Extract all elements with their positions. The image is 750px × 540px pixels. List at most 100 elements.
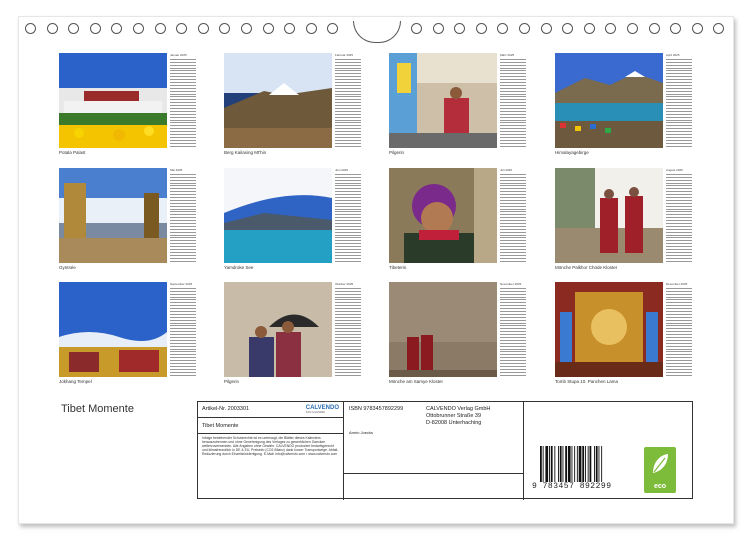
photo-caption: Tibeterin: [389, 265, 407, 270]
mini-calendar: Februar 2025: [335, 53, 361, 148]
photo-caption: Potala Palast: [59, 150, 86, 155]
month-photo: [555, 168, 663, 263]
mini-calendar: Mai 2025: [170, 168, 196, 263]
calendar-back-page: Januar 2025 Potala Palast Februar 2025 Berg…: [18, 16, 734, 524]
binding-ring: [89, 23, 101, 34]
photo-caption: Mönche Palkhor Chöde Kloster: [555, 265, 618, 270]
mini-calendar: Juli 2025: [500, 168, 526, 263]
info-column-middle: ISBN 9783457892299 Armin Joecks CALVENDO…: [344, 402, 524, 500]
binding-ring: [305, 23, 317, 34]
photo-caption: Berg Kailasing Mt'hin: [224, 150, 267, 155]
binding-ring: [583, 23, 595, 34]
month-cell: November 2025 Mönche am Samye Kloster: [389, 282, 526, 394]
month-photo: [224, 53, 332, 148]
binding-ring: [46, 23, 58, 34]
binding-ring: [497, 23, 509, 34]
month-cell: Oktober 2025 Pilgerin: [224, 282, 361, 394]
hanger-cutout: [353, 21, 401, 43]
day-line: [666, 259, 692, 262]
day-line: [666, 144, 692, 147]
day-line: [500, 373, 526, 376]
month-cell: Mai 2025 Gyntsée: [59, 168, 196, 280]
binding-ring: [241, 23, 252, 34]
binding-ring: [713, 23, 725, 34]
binding-ring: [133, 23, 144, 34]
day-line: [335, 373, 361, 376]
binding-ring: [691, 23, 703, 34]
info-column-right: 9 783457 892299 eco: [524, 402, 694, 500]
leaf-icon: [653, 454, 668, 473]
spiral-binding: [19, 21, 735, 43]
isbn: ISBN 9783457892299: [349, 406, 404, 412]
binding-ring: [562, 23, 574, 34]
info-column-left: Artikel-Nr. 2003301 CALVENDO DAS KALENDER…: [198, 402, 344, 500]
mini-calendar: März 2025: [500, 53, 526, 148]
photo-caption: Jokhang Tempel: [59, 379, 92, 384]
binding-ring: [670, 23, 682, 34]
binding-ring: [605, 23, 617, 34]
month-cell: Dezember 2025 Tomb Stupa 10. Panchen Lama: [555, 282, 692, 394]
month-cell: August 2025 Mönche Palkhor Chöde Kloster: [555, 168, 692, 280]
mini-calendar: August 2025: [666, 168, 692, 263]
mini-calendar: Oktober 2025: [335, 282, 361, 377]
binding-ring: [68, 23, 80, 34]
month-photo: [59, 282, 167, 377]
day-line: [500, 144, 526, 147]
calendar-title: Tibet Momente: [61, 403, 134, 415]
mini-calendar: Juni 2025: [335, 168, 361, 263]
month-photo: [389, 53, 497, 148]
binding-ring: [262, 23, 274, 34]
month-photo: [224, 282, 332, 377]
photo-caption: Yamdroke See: [224, 265, 254, 270]
month-cell: Februar 2025 Berg Kailasing Mt'hin: [224, 53, 361, 165]
binding-ring: [411, 23, 422, 34]
binding-ring: [176, 23, 188, 34]
month-cell: April 2025 Himalayagebirge: [555, 53, 692, 165]
eco-label: eco: [644, 447, 676, 493]
binding-ring: [111, 23, 123, 34]
month-cell: Januar 2025 Potala Palast: [59, 53, 196, 165]
product-info-box: Artikel-Nr. 2003301 CALVENDO DAS KALENDER…: [197, 401, 694, 500]
binding-ring: [627, 23, 638, 34]
binding-ring: [519, 23, 530, 34]
binding-ring: [454, 23, 466, 34]
legal-text: Infolge bestehender Schutzrechte ist es …: [202, 436, 339, 456]
binding-ring: [540, 23, 552, 34]
month-photo: [389, 168, 497, 263]
day-line: [170, 373, 196, 376]
photo-caption: Pilgerin: [224, 379, 240, 384]
calvendo-logo: CALVENDO DAS KALENDER: [305, 405, 339, 414]
day-line: [170, 259, 196, 262]
mini-calendar: September 2025: [170, 282, 196, 377]
day-line: [335, 144, 361, 147]
month-photo: [59, 168, 167, 263]
day-line: [666, 373, 692, 376]
publisher-address: CALVENDO Verlag GmbH Ottobrunner Straße …: [426, 406, 491, 426]
mini-calendar: Januar 2025: [170, 53, 196, 148]
month-photo: [555, 53, 663, 148]
month-photo: [59, 53, 167, 148]
binding-ring: [284, 23, 296, 34]
mini-calendar: April 2025: [666, 53, 692, 148]
month-photo: [389, 282, 497, 377]
photo-caption: Himalayagebirge: [555, 150, 589, 155]
binding-ring: [327, 23, 339, 34]
binding-ring: [219, 23, 231, 34]
photo-caption: Gyntsée: [59, 265, 76, 270]
mini-calendar: Dezember 2025: [666, 282, 692, 377]
barcode-number: 9 783457 892299: [532, 482, 612, 491]
month-cell: März 2025 Pilgerin: [389, 53, 526, 165]
month-cell: Juli 2025 Tibeterin: [389, 168, 526, 280]
photo-caption: Mönche am Samye Kloster: [389, 379, 444, 384]
month-name: September 2025: [170, 282, 193, 286]
binding-ring: [197, 23, 209, 34]
binding-ring: [648, 23, 660, 34]
month-cell: Juni 2025 Yamdroke See: [224, 168, 361, 280]
month-photo: [224, 168, 332, 263]
month-grid: Januar 2025 Potala Palast Februar 2025 Berg…: [59, 53, 699, 398]
binding-ring: [25, 23, 36, 34]
day-line: [500, 259, 526, 262]
month-cell: September 2025 Jokhang Tempel: [59, 282, 196, 394]
photo-caption: Pilgerin: [389, 150, 405, 155]
binding-ring: [154, 23, 166, 34]
